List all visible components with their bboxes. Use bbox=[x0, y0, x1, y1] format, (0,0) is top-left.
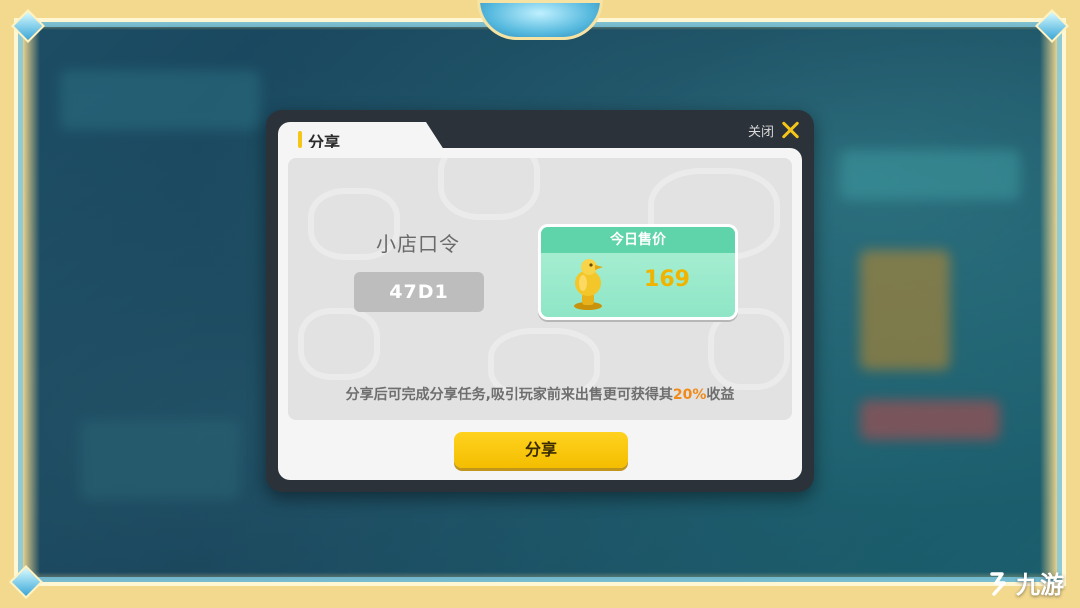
frame-left bbox=[0, 0, 40, 608]
desc-highlight: 20% bbox=[672, 387, 707, 403]
logo-icon bbox=[990, 571, 1006, 596]
background-doodle bbox=[438, 158, 540, 220]
trophy-icon bbox=[574, 259, 603, 310]
close-label: 关闭 bbox=[747, 124, 774, 140]
share-dialog: 分享 关闭 小店口令 47D1 今日售价 169 分享后可完成分享任务,吸引玩家… bbox=[266, 110, 814, 492]
shop-code-title: 小店口令 bbox=[376, 232, 460, 256]
watermark-text: 九游 bbox=[1016, 571, 1064, 599]
price-value: 169 bbox=[644, 267, 690, 292]
dialog-body: 小店口令 47D1 今日售价 169 分享后可完成分享任务,吸引玩家前来出售更可… bbox=[278, 148, 802, 480]
close-icon bbox=[780, 120, 800, 140]
background-doodle bbox=[298, 308, 380, 380]
shop-code-value[interactable]: 47D1 bbox=[354, 272, 484, 312]
share-description: 分享后可完成分享任务,吸引玩家前来出售更可获得其20%收益 bbox=[288, 384, 792, 404]
share-button[interactable]: 分享 bbox=[454, 432, 628, 468]
tab-accent-bar bbox=[298, 131, 302, 148]
background-doodle bbox=[708, 308, 790, 390]
info-panel: 小店口令 47D1 今日售价 169 分享后可完成分享任务,吸引玩家前来出售更可… bbox=[288, 158, 792, 420]
desc-prefix: 分享后可完成分享任务,吸引玩家前来出售更可获得其 bbox=[345, 387, 673, 403]
today-price-card: 今日售价 169 bbox=[538, 224, 738, 320]
frame-bottom bbox=[0, 572, 1080, 608]
desc-suffix: 收益 bbox=[706, 387, 735, 403]
price-header: 今日售价 bbox=[541, 227, 735, 253]
site-watermark: 九游 bbox=[986, 565, 1064, 600]
frame-right bbox=[1040, 0, 1080, 608]
close-button[interactable]: 关闭 bbox=[748, 119, 800, 141]
